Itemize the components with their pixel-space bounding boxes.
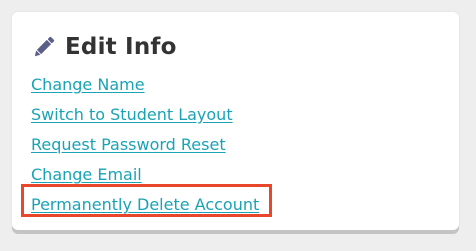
request-password-reset-link[interactable]: Request Password Reset (31, 130, 451, 160)
change-name-link[interactable]: Change Name (31, 70, 451, 100)
card-heading: Edit Info (31, 30, 177, 64)
switch-student-layout-link[interactable]: Switch to Student Layout (31, 100, 451, 130)
edit-info-card: Edit Info Change Name Switch to Student … (12, 12, 459, 230)
edit-info-links: Change Name Switch to Student Layout Req… (31, 70, 451, 220)
pencil-icon (31, 34, 57, 60)
change-email-link[interactable]: Change Email (31, 160, 451, 190)
card-title: Edit Info (65, 34, 177, 60)
permanently-delete-account-link[interactable]: Permanently Delete Account (31, 190, 451, 220)
